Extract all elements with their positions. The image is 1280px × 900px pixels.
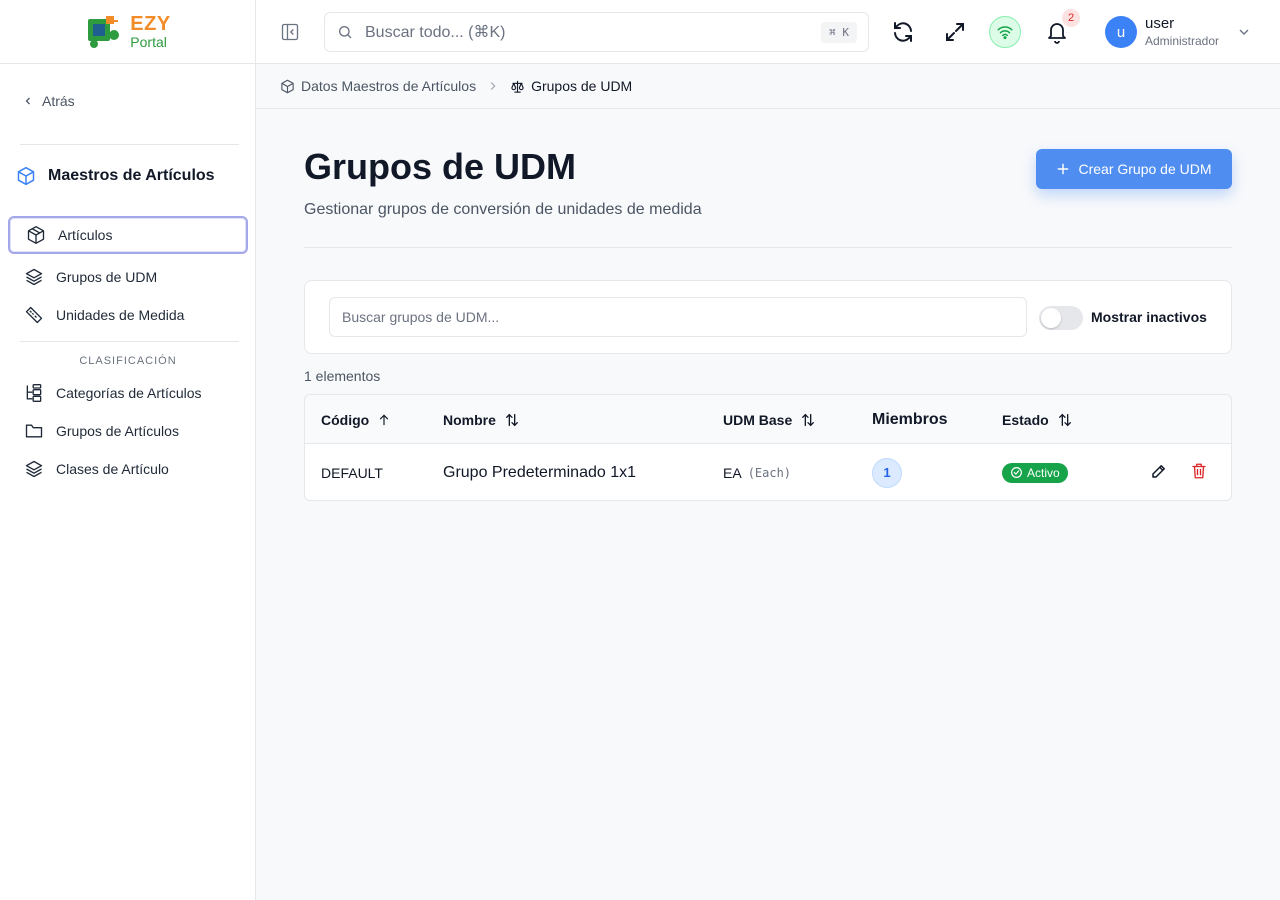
connection-status[interactable] xyxy=(989,16,1021,48)
edit-icon[interactable] xyxy=(1150,462,1168,480)
sidebar-item-label: Clases de Artículo xyxy=(56,461,169,477)
sort-asc-icon xyxy=(380,414,389,425)
sidebar-item-label: Grupos de Artículos xyxy=(56,423,179,439)
uom-groups-table: Código Nombre UDM Base Miembros Estado D… xyxy=(304,394,1232,501)
cell-name: Grupo Predeterminado 1x1 xyxy=(443,463,636,481)
avatar[interactable]: u xyxy=(1105,16,1137,48)
classification-heading: CLASIFICACIÓN xyxy=(79,355,177,367)
sidebar-item-categorias[interactable]: Categorías de Artículos xyxy=(8,374,248,412)
column-header-codigo[interactable]: Código xyxy=(321,395,391,444)
cell-members: 1 xyxy=(872,444,902,500)
page-subtitle: Gestionar grupos de conversión de unidad… xyxy=(304,201,702,218)
folder-icon xyxy=(25,424,43,438)
back-link[interactable]: Atrás xyxy=(22,93,75,109)
sort-icon xyxy=(1058,413,1071,426)
check-circle-icon xyxy=(1011,467,1022,478)
layers-icon xyxy=(25,460,43,478)
sidebar-item-grupos-articulos[interactable]: Grupos de Artículos xyxy=(8,412,248,450)
filter-card: Mostrar inactivos xyxy=(304,280,1232,354)
search-placeholder: Buscar todo... (⌘K) xyxy=(365,24,506,41)
divider xyxy=(20,144,239,145)
breadcrumb-item[interactable]: Datos Maestros de Artículos xyxy=(280,78,476,94)
create-button-label: Crear Grupo de UDM xyxy=(1078,161,1212,177)
breadcrumb-label: Grupos de UDM xyxy=(531,78,633,94)
uom-group-search-input[interactable] xyxy=(329,297,1027,337)
column-label: Código xyxy=(321,411,370,428)
notification-badge: 2 xyxy=(1062,9,1080,27)
chevron-left-icon xyxy=(25,97,30,105)
sidebar-item-label: Unidades de Medida xyxy=(56,307,185,323)
toggle-knob xyxy=(1041,308,1061,328)
section-title: Maestros de Artículos xyxy=(16,166,215,186)
cell-code: DEFAULT xyxy=(321,464,383,481)
breadcrumb-label: Datos Maestros de Artículos xyxy=(301,78,477,94)
logo[interactable]: EZY Portal xyxy=(0,0,255,64)
status-badge: Activo xyxy=(1002,462,1068,483)
sidebar-item-unidades-medida[interactable]: Unidades de Medida xyxy=(8,296,248,334)
box-icon xyxy=(281,79,294,93)
box-icon xyxy=(27,226,45,244)
scale-icon xyxy=(511,80,524,93)
members-count-badge[interactable]: 1 xyxy=(872,457,902,488)
column-header-miembros: Miembros xyxy=(872,395,948,444)
sort-icon xyxy=(802,413,815,426)
delete-icon[interactable] xyxy=(1190,462,1208,480)
column-label: UDM Base xyxy=(723,411,793,428)
sidebar-item-label: Categorías de Artículos xyxy=(56,385,202,401)
column-label: Nombre xyxy=(443,411,496,428)
column-header-estado[interactable]: Estado xyxy=(1002,395,1073,444)
logo-subtitle: Portal xyxy=(130,34,167,50)
show-inactive-toggle[interactable] xyxy=(1039,306,1083,330)
item-count: 1 elementos xyxy=(304,368,381,384)
column-label: Miembros xyxy=(872,410,948,428)
divider xyxy=(304,247,1232,248)
cell-status: Activo xyxy=(1002,444,1068,500)
sidebar-item-grupos-udm[interactable]: Grupos de UDM xyxy=(8,258,248,296)
page-title: Grupos de UDM xyxy=(304,146,577,187)
sidebar: EZY Portal Atrás Maestros de Artículos A… xyxy=(0,0,256,900)
sidebar-item-label: Grupos de UDM xyxy=(56,269,158,285)
status-label: Activo xyxy=(1027,465,1060,480)
sidebar-toggle-icon[interactable] xyxy=(280,22,300,42)
divider xyxy=(20,341,239,342)
section-title-label: Maestros de Artículos xyxy=(48,167,215,184)
ruler-icon xyxy=(25,306,43,324)
global-search[interactable]: Buscar todo... (⌘K) ⌘ K xyxy=(324,12,869,52)
sort-icon xyxy=(505,413,518,426)
logo-icon xyxy=(84,13,124,51)
hierarchy-icon xyxy=(26,384,42,402)
column-label: Estado xyxy=(1002,411,1049,428)
refresh-icon[interactable] xyxy=(891,20,915,44)
base-udm-description: (Each) xyxy=(747,465,792,480)
plus-icon xyxy=(1058,163,1069,175)
chevron-down-icon[interactable] xyxy=(1236,24,1252,40)
column-header-udm-base[interactable]: UDM Base xyxy=(723,395,816,444)
sidebar-item-label: Artículos xyxy=(58,227,113,243)
user-role: Administrador xyxy=(1145,34,1220,48)
sidebar-item-clases-articulo[interactable]: Clases de Artículo xyxy=(8,450,248,488)
back-label: Atrás xyxy=(42,93,75,109)
box-icon xyxy=(17,166,35,186)
create-uom-group-button[interactable]: Crear Grupo de UDM xyxy=(1036,149,1232,189)
fullscreen-icon[interactable] xyxy=(943,20,967,44)
table-header: Código Nombre UDM Base Miembros Estado xyxy=(305,395,1231,444)
search-icon xyxy=(339,26,352,39)
top-bar: Buscar todo... (⌘K) ⌘ K 2 u user Adminis… xyxy=(256,0,1280,64)
cell-base-udm: EA (Each) xyxy=(723,444,792,500)
breadcrumb-item-current: Grupos de UDM xyxy=(510,78,632,94)
show-inactive-label: Mostrar inactivos xyxy=(1091,309,1207,325)
chevron-right-icon xyxy=(486,79,500,93)
sidebar-item-articulos[interactable]: Artículos xyxy=(8,216,248,254)
breadcrumb: Datos Maestros de Artículos Grupos de UD… xyxy=(256,64,1280,109)
layers-icon xyxy=(25,268,43,286)
search-shortcut: ⌘ K xyxy=(821,22,857,43)
column-header-nombre[interactable]: Nombre xyxy=(443,395,520,444)
wifi-icon xyxy=(997,26,1013,40)
user-name[interactable]: user xyxy=(1145,15,1174,32)
logo-title: EZY xyxy=(130,13,171,35)
base-udm-code: EA xyxy=(723,464,742,481)
